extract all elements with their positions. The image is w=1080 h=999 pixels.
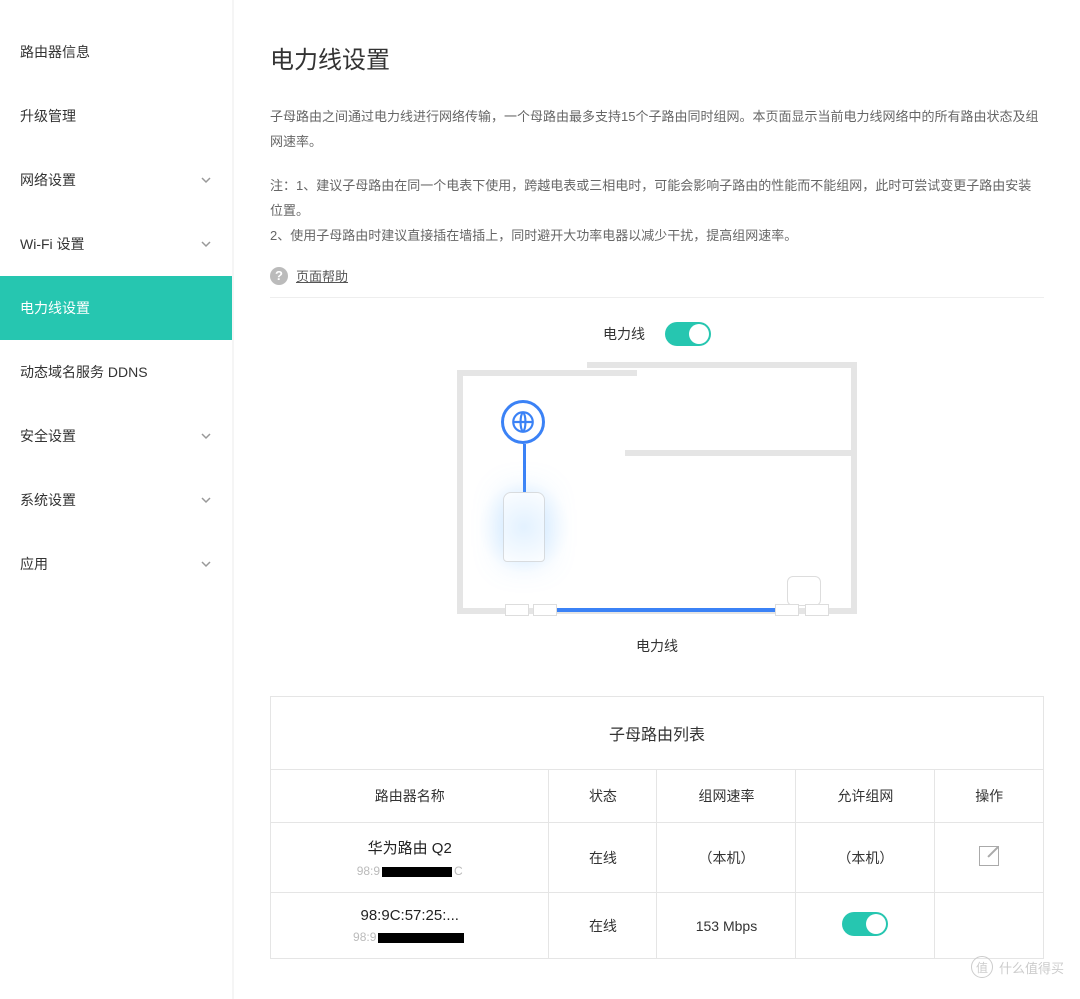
sidebar-item-ddns[interactable]: 动态域名服务 DDNS xyxy=(0,340,232,404)
page-title: 电力线设置 xyxy=(270,40,1044,75)
page-note: 注：1、建议子母路由在同一个电表下使用，跨越电表或三相电时，可能会影响子路由的性… xyxy=(270,174,1044,248)
col-name: 路由器名称 xyxy=(271,770,549,823)
sidebar-item-system[interactable]: 系统设置 xyxy=(0,468,232,532)
help-link[interactable]: ? 页面帮助 xyxy=(270,266,1044,298)
help-text: 页面帮助 xyxy=(296,266,348,285)
sidebar-label: 路由器信息 xyxy=(20,42,90,62)
device-mac: 98:9 xyxy=(353,930,466,944)
table-title: 子母路由列表 xyxy=(271,697,1043,770)
main-content: 电力线设置 子母路由之间通过电力线进行网络传输，一个母路由最多支持15个子路由同… xyxy=(234,0,1080,999)
col-op: 操作 xyxy=(935,770,1043,823)
sidebar-item-network[interactable]: 网络设置 xyxy=(0,148,232,212)
table-header-row: 路由器名称 状态 组网速率 允许组网 操作 xyxy=(271,770,1043,823)
watermark-text: 什么值得买 xyxy=(999,958,1064,977)
device-op-empty xyxy=(935,893,1043,959)
device-allow: （本机） xyxy=(796,823,935,893)
sidebar-label: 升级管理 xyxy=(20,106,76,126)
sidebar-label: 应用 xyxy=(20,554,48,574)
device-status: 在线 xyxy=(549,823,657,893)
allow-toggle[interactable] xyxy=(842,912,888,936)
help-icon: ? xyxy=(270,267,288,285)
col-speed: 组网速率 xyxy=(657,770,796,823)
page-description: 子母路由之间通过电力线进行网络传输，一个母路由最多支持15个子路由同时组网。本页… xyxy=(270,105,1044,154)
sidebar-item-apps[interactable]: 应用 xyxy=(0,532,232,596)
sidebar-item-security[interactable]: 安全设置 xyxy=(0,404,232,468)
router-list-table: 子母路由列表 路由器名称 状态 组网速率 允许组网 操作 华为路由 Q2 xyxy=(270,696,1044,959)
col-allow: 允许组网 xyxy=(796,770,935,823)
sidebar-item-powerline[interactable]: 电力线设置 xyxy=(0,276,232,340)
device-name: 98:9C:57:25:... xyxy=(279,907,540,924)
chevron-down-icon xyxy=(200,558,212,570)
col-status: 状态 xyxy=(549,770,657,823)
sidebar-item-upgrade[interactable]: 升级管理 xyxy=(0,84,232,148)
chevron-down-icon xyxy=(200,430,212,442)
sidebar-label: 电力线设置 xyxy=(20,298,90,318)
edit-icon[interactable] xyxy=(979,846,999,866)
sidebar-label: 网络设置 xyxy=(20,170,76,190)
device-name: 华为路由 Q2 xyxy=(279,837,540,858)
device-speed: （本机） xyxy=(657,823,796,893)
sidebar-label: 安全设置 xyxy=(20,426,76,446)
device-mac: 98:9C xyxy=(357,864,463,878)
sidebar-item-router-info[interactable]: 路由器信息 xyxy=(0,20,232,84)
sidebar-label: 系统设置 xyxy=(20,490,76,510)
sidebar-nav: 路由器信息 升级管理 网络设置 Wi-Fi 设置 电力线设置 动态域名服务 DD… xyxy=(0,0,232,999)
watermark: 值 什么值得买 xyxy=(971,956,1064,978)
sub-router-icon xyxy=(787,576,821,606)
chevron-down-icon xyxy=(200,238,212,250)
device-speed: 153 Mbps xyxy=(657,893,796,959)
diagram-caption: 电力线 xyxy=(270,636,1044,656)
powerline-toggle[interactable] xyxy=(665,322,711,346)
main-router-icon xyxy=(503,492,545,562)
chevron-down-icon xyxy=(200,174,212,186)
sidebar-item-wifi[interactable]: Wi-Fi 设置 xyxy=(0,212,232,276)
powerline-toggle-label: 电力线 xyxy=(603,324,645,344)
chevron-down-icon xyxy=(200,494,212,506)
sidebar-label: Wi-Fi 设置 xyxy=(20,234,85,254)
watermark-icon: 值 xyxy=(971,956,993,978)
table-row: 华为路由 Q2 98:9C 在线 （本机） （本机） xyxy=(271,823,1043,893)
device-status: 在线 xyxy=(549,893,657,959)
floorplan-diagram xyxy=(457,362,857,622)
sidebar-label: 动态域名服务 DDNS xyxy=(20,362,148,382)
table-row: 98:9C:57:25:... 98:9 在线 153 Mbps xyxy=(271,893,1043,959)
